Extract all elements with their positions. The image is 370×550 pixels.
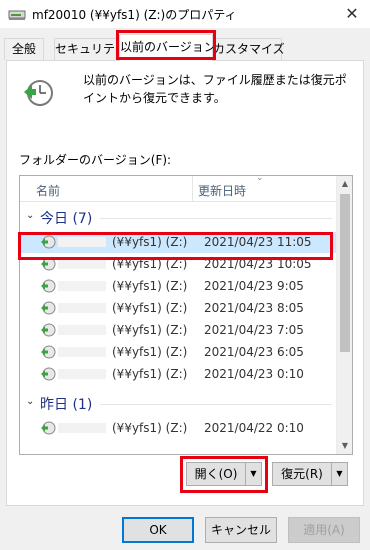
version-row[interactable]: (¥¥yfs1) (Z:) 2021/04/23 8:05 — [20, 298, 338, 319]
version-date: 2021/04/23 8:05 — [204, 301, 304, 315]
redacted-name — [58, 237, 106, 247]
tab-customize[interactable]: カスタマイズ — [212, 38, 285, 60]
column-header-name[interactable]: 名前 — [36, 182, 60, 199]
version-date: 2021/04/23 0:10 — [204, 367, 304, 381]
sort-caret-icon: ⌄ — [256, 175, 264, 183]
scroll-thumb[interactable] — [340, 194, 350, 352]
ok-button[interactable]: OK — [122, 517, 194, 543]
info-description: 以前のバージョンは、ファイル履歴または復元ポイントから復元できます。 — [83, 73, 347, 105]
chevron-down-icon: ⌄ — [26, 396, 35, 407]
tab-general[interactable]: 全般 — [4, 38, 44, 60]
column-header-date[interactable]: 更新日時 — [198, 182, 246, 199]
previous-version-icon — [41, 301, 56, 315]
version-date: 2021/04/23 6:05 — [204, 345, 304, 359]
version-name: (¥¥yfs1) (Z:) — [112, 323, 188, 337]
version-date: 2021/04/23 10:05 — [204, 257, 312, 271]
tab-security[interactable]: セキュリティ — [54, 38, 126, 60]
previous-version-icon — [41, 235, 56, 249]
column-divider — [192, 176, 193, 202]
redacted-name — [58, 259, 106, 269]
version-row[interactable]: (¥¥yfs1) (Z:) 2021/04/23 9:05 — [20, 276, 338, 297]
redacted-name — [58, 369, 106, 379]
version-date: 2021/04/22 0:10 — [204, 421, 304, 435]
chevron-down-icon: ⌄ — [26, 210, 35, 221]
version-row[interactable]: (¥¥yfs1) (Z:) 2021/04/22 0:10 — [20, 418, 338, 439]
list-header: 名前 更新日時 ⌄ — [20, 176, 338, 202]
versions-list[interactable]: 名前 更新日時 ⌄ ⌄ 今日 (7) (¥¥yfs1) (Z:) 2021/04… — [19, 175, 353, 455]
version-row[interactable]: (¥¥yfs1) (Z:) 2021/04/23 7:05 — [20, 320, 338, 341]
group-divider — [100, 218, 332, 219]
previous-version-icon — [41, 279, 56, 293]
cancel-button[interactable]: キャンセル — [205, 517, 277, 543]
redacted-name — [58, 325, 106, 335]
open-button[interactable]: 開く(O) — [187, 463, 245, 485]
redacted-name — [58, 423, 106, 433]
restore-split-button[interactable]: 復元(R) ▼ — [272, 462, 348, 486]
open-split-button[interactable]: 開く(O) ▼ — [186, 462, 262, 486]
scroll-down-icon[interactable]: ▼ — [337, 438, 352, 454]
vertical-scrollbar[interactable]: ▲ ▼ — [336, 176, 352, 454]
tab-previous-versions[interactable]: 以前のバージョン — [119, 34, 216, 61]
version-row[interactable]: (¥¥yfs1) (Z:) 2021/04/23 10:05 — [20, 254, 338, 275]
close-button[interactable]: ✕ — [334, 0, 370, 28]
folder-versions-label: フォルダーのバージョン(F): — [19, 153, 172, 167]
redacted-name — [58, 303, 106, 313]
previous-version-icon — [41, 323, 56, 337]
redacted-name — [58, 281, 106, 291]
version-name: (¥¥yfs1) (Z:) — [112, 235, 188, 249]
group-header-yesterday[interactable]: ⌄ 昨日 (1) — [20, 392, 338, 416]
scroll-up-icon[interactable]: ▲ — [337, 176, 352, 192]
window-title: mf20010 (¥¥yfs1) (Z:)のプロパティ — [32, 8, 237, 22]
previous-version-icon — [41, 345, 56, 359]
redacted-name — [58, 347, 106, 357]
version-date: 2021/04/23 11:05 — [204, 235, 312, 249]
group-label: 昨日 (1) — [40, 397, 93, 413]
previous-version-icon — [41, 257, 56, 271]
dropdown-arrow-icon[interactable]: ▼ — [245, 463, 261, 485]
group-header-today[interactable]: ⌄ 今日 (7) — [20, 206, 338, 230]
previous-version-icon — [41, 421, 56, 435]
restore-button[interactable]: 復元(R) — [273, 463, 331, 485]
version-name: (¥¥yfs1) (Z:) — [112, 257, 188, 271]
version-row[interactable]: (¥¥yfs1) (Z:) 2021/04/23 0:10 — [20, 364, 338, 385]
version-row[interactable]: (¥¥yfs1) (Z:) 2021/04/23 6:05 — [20, 342, 338, 363]
dropdown-arrow-icon[interactable]: ▼ — [331, 463, 347, 485]
version-name: (¥¥yfs1) (Z:) — [112, 421, 188, 435]
tab-panel: 以前のバージョンは、ファイル履歴または復元ポイントから復元できます。 フォルダー… — [6, 60, 364, 506]
group-label: 今日 (7) — [40, 211, 93, 227]
previous-version-icon — [41, 367, 56, 381]
version-name: (¥¥yfs1) (Z:) — [112, 301, 188, 315]
title-bar: mf20010 (¥¥yfs1) (Z:)のプロパティ ✕ — [0, 0, 370, 28]
tab-strip: 全般 セキュリティ 以前のバージョン カスタマイズ — [0, 32, 370, 61]
version-name: (¥¥yfs1) (Z:) — [112, 279, 188, 293]
group-divider — [100, 404, 332, 405]
clock-restore-icon — [24, 80, 53, 106]
version-row[interactable]: (¥¥yfs1) (Z:) 2021/04/23 11:05 — [20, 232, 338, 253]
version-name: (¥¥yfs1) (Z:) — [112, 367, 188, 381]
version-date: 2021/04/23 7:05 — [204, 323, 304, 337]
drive-icon — [8, 10, 26, 20]
version-date: 2021/04/23 9:05 — [204, 279, 304, 293]
version-name: (¥¥yfs1) (Z:) — [112, 345, 188, 359]
apply-button[interactable]: 適用(A) — [288, 517, 360, 543]
